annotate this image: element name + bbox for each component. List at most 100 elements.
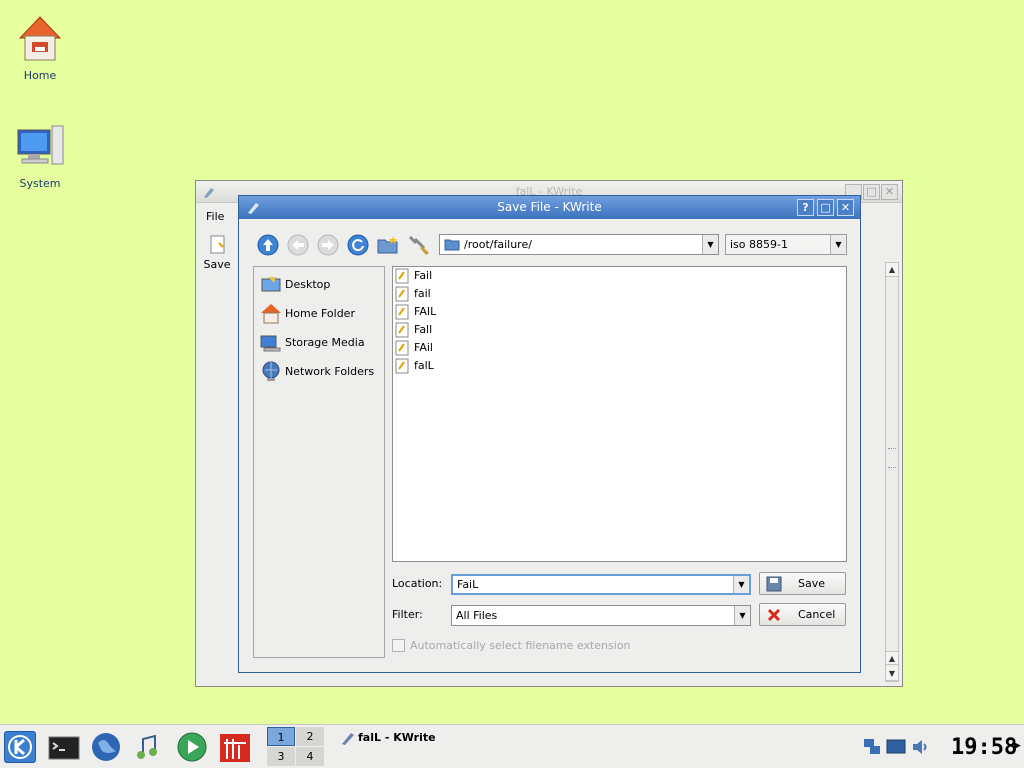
- list-item[interactable]: FAIL: [395, 303, 595, 321]
- volume-icon[interactable]: [910, 737, 930, 757]
- home-icon: [18, 16, 62, 61]
- auto-extension-label: Automatically select filename extension: [410, 639, 631, 652]
- pager-desktop-2[interactable]: 2: [296, 727, 324, 746]
- reload-icon[interactable]: [347, 234, 369, 256]
- places-sidebar: Desktop Home Folder Storage Media Networ…: [253, 266, 385, 658]
- file-name: Fail: [414, 269, 433, 282]
- kwrite-app-icon: [342, 733, 354, 745]
- desktop-icon-system-label: System: [19, 177, 61, 190]
- floppy-save-icon: [766, 576, 782, 592]
- sidebar-item-label: Storage Media: [285, 336, 365, 349]
- scroll-down-icon[interactable]: ▼: [886, 667, 898, 681]
- cancel-button[interactable]: Cancel: [759, 603, 846, 626]
- sidebar-item-label: Network Folders: [285, 365, 375, 378]
- k-menu-button[interactable]: [4, 731, 36, 763]
- text-file-icon: [395, 286, 409, 302]
- sidebar-item-label: Home Folder: [285, 307, 355, 320]
- scroll-up-icon[interactable]: ▲: [886, 651, 898, 665]
- maximize-button[interactable]: □: [863, 184, 880, 200]
- home-icon: [261, 304, 281, 324]
- network-tray-icon[interactable]: [862, 737, 882, 757]
- file-name: falL: [414, 359, 434, 372]
- folder-icon: [444, 239, 460, 251]
- document-save-icon: [210, 235, 225, 254]
- toolbar-save-button[interactable]: Save: [202, 235, 232, 271]
- filter-combobox[interactable]: All Files ▼: [451, 605, 751, 626]
- encoding-value: iso 8859-1: [730, 238, 788, 251]
- list-item[interactable]: Fall: [395, 321, 595, 339]
- music-player-icon[interactable]: [133, 731, 165, 763]
- close-button[interactable]: ✕: [837, 199, 854, 216]
- sidebar-item-home-folder[interactable]: Home Folder: [260, 302, 382, 326]
- computer-icon: [17, 125, 64, 165]
- filter-value: All Files: [456, 609, 498, 622]
- desktop-icon-home[interactable]: Home: [0, 14, 80, 82]
- sidebar-item-desktop[interactable]: Desktop: [260, 273, 382, 297]
- back-icon[interactable]: [287, 234, 309, 256]
- file-name: fail: [414, 287, 431, 300]
- up-folder-icon[interactable]: [257, 234, 279, 256]
- maximize-button[interactable]: □: [817, 199, 834, 216]
- filter-label: Filter:: [392, 608, 423, 621]
- cancel-button-label: Cancel: [798, 608, 836, 621]
- forward-icon[interactable]: [317, 234, 339, 256]
- scroll-up-top-icon[interactable]: ▲: [886, 263, 898, 277]
- vertical-scrollbar[interactable]: ▲ ▲ ▼: [885, 262, 899, 682]
- chevron-down-icon[interactable]: ▼: [733, 576, 749, 593]
- text-file-icon: [395, 340, 409, 356]
- sidebar-item-label: Desktop: [285, 278, 331, 291]
- pager-desktop-4[interactable]: 4: [296, 747, 324, 766]
- location-value: FaiL: [457, 578, 479, 591]
- configure-icon[interactable]: [406, 233, 432, 257]
- kde-logo-icon: [8, 735, 32, 759]
- file-name: Fall: [414, 323, 433, 336]
- save-button-label: Save: [798, 577, 826, 590]
- taskbar: 1 2 3 4 falL - KWrite 19:58 ▶: [0, 724, 1024, 768]
- file-name: FAil: [414, 341, 433, 354]
- path-value: /root/failure/: [464, 238, 532, 251]
- path-combobox[interactable]: /root/failure/ ▼: [439, 234, 719, 255]
- toolbar-save-label: Save: [203, 258, 231, 271]
- list-item[interactable]: falL: [395, 357, 595, 375]
- auto-extension-checkbox[interactable]: [392, 639, 405, 652]
- terminal-icon[interactable]: [48, 731, 80, 763]
- list-item[interactable]: fail: [395, 285, 595, 303]
- dialog-titlebar[interactable]: Save File - KWrite ? □ ✕: [239, 196, 860, 219]
- sidebar-item-network-folders[interactable]: Network Folders: [260, 360, 382, 384]
- desktop-icon-system[interactable]: System: [0, 122, 80, 190]
- save-button[interactable]: Save: [759, 572, 846, 595]
- close-button[interactable]: ✕: [881, 184, 898, 200]
- dialog-title: Save File - KWrite: [497, 200, 602, 214]
- media-player-icon[interactable]: [176, 731, 208, 763]
- scroll-grip[interactable]: [888, 448, 896, 468]
- clock[interactable]: 19:58: [951, 735, 1017, 760]
- desktop-icon: [261, 277, 281, 292]
- pager-desktop-3[interactable]: 3: [267, 747, 295, 766]
- chevron-down-icon[interactable]: ▼: [702, 235, 718, 254]
- location-input[interactable]: FaiL ▼: [451, 574, 751, 595]
- task-title: falL - KWrite: [358, 731, 436, 744]
- panel-arrow-icon[interactable]: ▶: [1014, 741, 1021, 751]
- list-item[interactable]: FAil: [395, 339, 595, 357]
- menu-file[interactable]: File: [206, 210, 224, 223]
- pager-desktop-1[interactable]: 1: [267, 727, 295, 746]
- location-label: Location:: [392, 577, 443, 590]
- file-list[interactable]: Fail fail FAIL Fall FAil falL: [392, 266, 847, 562]
- text-file-icon: [395, 304, 409, 320]
- new-folder-icon[interactable]: [376, 234, 400, 256]
- chevron-down-icon[interactable]: ▼: [830, 235, 846, 254]
- text-file-icon: [395, 322, 409, 338]
- file-name: FAIL: [414, 305, 437, 318]
- computer-icon: [260, 335, 281, 352]
- chevron-down-icon[interactable]: ▼: [734, 606, 750, 625]
- web-browser-icon[interactable]: [90, 731, 122, 763]
- desktop-icon-home-label: Home: [23, 69, 57, 82]
- office-suite-icon[interactable]: [219, 731, 251, 763]
- display-tray-icon[interactable]: [886, 737, 906, 757]
- task-button-kwrite[interactable]: falL - KWrite: [338, 727, 838, 747]
- encoding-combobox[interactable]: iso 8859-1 ▼: [725, 234, 847, 255]
- list-item[interactable]: Fail: [395, 267, 595, 285]
- help-button[interactable]: ?: [797, 199, 814, 216]
- sidebar-item-storage-media[interactable]: Storage Media: [260, 331, 382, 355]
- save-file-dialog: Save File - KWrite ? □ ✕ /root/failure/ …: [238, 195, 861, 673]
